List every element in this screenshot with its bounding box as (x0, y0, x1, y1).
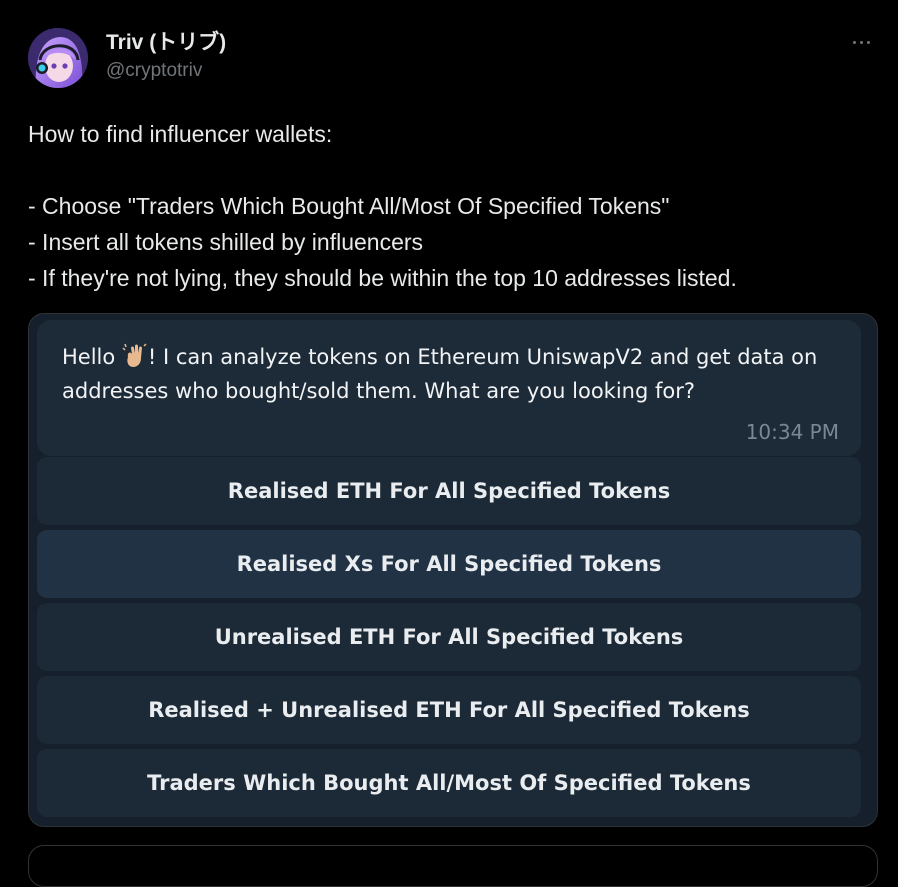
next-card-edge (28, 845, 878, 887)
option-button-realised-eth[interactable]: Realised ETH For All Specified Tokens (37, 457, 861, 525)
display-name[interactable]: Triv (トリブ) (106, 30, 226, 56)
tweet-text: How to find influencer wallets: - Choose… (28, 116, 878, 296)
tweet-line-blank (28, 152, 878, 188)
bot-message-bubble: Hello ! I can analyze tokens on Ethereum… (37, 320, 861, 456)
option-button-realised-xs[interactable]: Realised Xs For All Specified Tokens (37, 530, 861, 598)
avatar[interactable] (28, 28, 88, 88)
bot-message-text: Hello ! I can analyze tokens on Ethereum… (62, 340, 822, 408)
waving-hand-icon (122, 343, 147, 367)
tweet-line: - Insert all tokens shilled by influence… (28, 229, 424, 255)
message-greeting: Hello (62, 345, 122, 369)
tweet-header: Triv (トリブ) @cryptotriv (28, 28, 878, 88)
user-handle[interactable]: @cryptotriv (106, 58, 226, 84)
author-names: Triv (トリブ) @cryptotriv (106, 30, 226, 84)
more-icon[interactable] (846, 30, 876, 54)
tweet-line: - Choose "Traders Which Bought All/Most … (28, 193, 670, 219)
message-timestamp: 10:34 PM (745, 420, 839, 444)
tweet-media-image[interactable]: Hello ! I can analyze tokens on Ethereum… (28, 313, 878, 827)
option-button-unrealised-eth[interactable]: Unrealised ETH For All Specified Tokens (37, 603, 861, 671)
option-button-traders-bought-all[interactable]: Traders Which Bought All/Most Of Specifi… (37, 749, 861, 817)
option-button-realised-unrealised-eth[interactable]: Realised + Unrealised ETH For All Specif… (37, 676, 861, 744)
tweet-line: - If they're not lying, they should be w… (28, 265, 737, 291)
tweet-line: How to find influencer wallets: (28, 121, 333, 147)
message-body: ! I can analyze tokens on Ethereum Unisw… (62, 345, 818, 403)
